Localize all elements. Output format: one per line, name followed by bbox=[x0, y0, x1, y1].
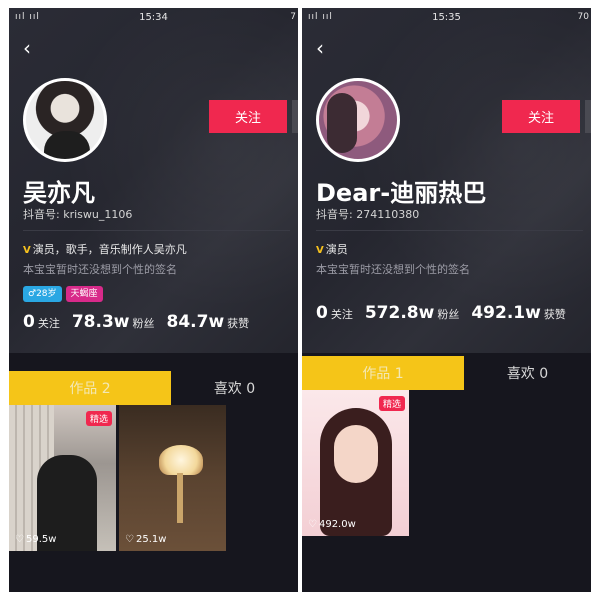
likes-received-count[interactable]: 84.7w bbox=[167, 312, 225, 332]
video-grid: 精选 ♡ 59.5w ♡ 25.1w bbox=[9, 405, 226, 551]
heart-outline-icon: ♡ bbox=[125, 534, 134, 545]
video-thumbnail[interactable]: ♡ 25.1w bbox=[119, 405, 226, 551]
video-likes: ♡ 492.0w bbox=[308, 519, 356, 530]
verified-text: 演员 bbox=[325, 243, 348, 256]
heart-outline-icon: ♡ bbox=[308, 519, 317, 530]
likes-received-count[interactable]: 492.1w bbox=[471, 303, 540, 323]
avatar[interactable] bbox=[23, 78, 107, 162]
heart-outline-icon: ♡ bbox=[15, 534, 24, 545]
status-bar: ııl ııl 15:35 70 bbox=[302, 8, 591, 28]
featured-badge: 精选 bbox=[378, 396, 405, 411]
avatar[interactable] bbox=[316, 78, 400, 162]
followers-label: 粉丝 bbox=[132, 317, 155, 330]
verified-info: V 演员，歌手，音乐制作人吴亦凡 bbox=[23, 241, 187, 257]
profile-name: Dear-迪丽热巴 bbox=[316, 179, 487, 207]
tab-works[interactable]: 作品 1 bbox=[302, 356, 464, 390]
profile-stats: 0 关注 572.8w 粉丝 492.1w 获赞 bbox=[316, 303, 578, 323]
following-label: 关注 bbox=[330, 308, 353, 321]
following-count[interactable]: 0 bbox=[23, 312, 35, 332]
followers-count[interactable]: 572.8w bbox=[365, 303, 434, 323]
follow-button[interactable]: 关注 bbox=[502, 100, 580, 133]
video-likes-count: 59.5w bbox=[25, 534, 57, 545]
following-label: 关注 bbox=[37, 317, 60, 330]
signal-icon: ııl ııl bbox=[308, 12, 333, 22]
battery-icon: 70 bbox=[577, 12, 589, 22]
following-count[interactable]: 0 bbox=[316, 303, 328, 323]
video-likes: ♡ 59.5w bbox=[15, 534, 56, 545]
video-thumbnail[interactable]: 精选 ♡ 59.5w bbox=[9, 405, 116, 551]
verified-text: 演员，歌手，音乐制作人吴亦凡 bbox=[32, 243, 187, 256]
status-bar: ııl ııl 15:34 7 bbox=[9, 8, 298, 28]
signature: 本宝宝暂时还没想到个性的签名 bbox=[23, 263, 177, 276]
status-time: 15:35 bbox=[432, 12, 461, 23]
profile-stats: 0 关注 78.3w 粉丝 84.7w 获赞 bbox=[23, 312, 261, 332]
chevron-left-icon: ‹ bbox=[316, 36, 324, 60]
tab-works[interactable]: 作品 2 bbox=[9, 371, 171, 405]
battery-icon: 7 bbox=[290, 12, 296, 22]
divider bbox=[23, 230, 290, 231]
video-thumbnail[interactable]: 精选 ♡ 492.0w bbox=[302, 390, 409, 536]
profile-screen-right: ııl ııl 15:35 70 ‹ 关注 Dear-迪丽热巴 抖音号: 274… bbox=[302, 8, 591, 592]
likes-received-label: 获赞 bbox=[543, 308, 566, 321]
more-button[interactable] bbox=[292, 100, 298, 133]
douyin-id: 抖音号: kriswu_1106 bbox=[23, 208, 133, 221]
tab-likes[interactable]: 喜欢 0 bbox=[464, 356, 591, 390]
tab-likes[interactable]: 喜欢 0 bbox=[171, 371, 298, 405]
v-badge-icon: V bbox=[316, 245, 324, 256]
video-grid: 精选 ♡ 492.0w bbox=[302, 390, 409, 536]
zodiac-tag: 天蝎座 bbox=[65, 286, 103, 302]
douyin-id: 抖音号: 274110380 bbox=[316, 208, 420, 221]
likes-received-label: 获赞 bbox=[227, 317, 250, 330]
back-button[interactable]: ‹ bbox=[316, 38, 336, 58]
followers-count[interactable]: 78.3w bbox=[72, 312, 130, 332]
back-button[interactable]: ‹ bbox=[23, 38, 43, 58]
video-likes: ♡ 25.1w bbox=[125, 534, 166, 545]
featured-badge: 精选 bbox=[85, 411, 112, 426]
video-likes-count: 492.0w bbox=[318, 519, 356, 530]
chevron-left-icon: ‹ bbox=[23, 36, 31, 60]
divider bbox=[316, 230, 583, 231]
age-tag: ♂28岁 bbox=[23, 286, 62, 302]
v-badge-icon: V bbox=[23, 245, 31, 256]
video-likes-count: 25.1w bbox=[135, 534, 167, 545]
signature: 本宝宝暂时还没想到个性的签名 bbox=[316, 263, 470, 276]
profile-tags: ♂28岁 天蝎座 bbox=[23, 286, 103, 302]
profile-name: 吴亦凡 bbox=[23, 179, 95, 207]
signal-icon: ııl ııl bbox=[15, 12, 40, 22]
verified-info: V 演员 bbox=[316, 241, 348, 257]
followers-label: 粉丝 bbox=[437, 308, 460, 321]
more-button[interactable] bbox=[585, 100, 591, 133]
profile-tabs: 作品 2 喜欢 0 bbox=[9, 371, 298, 405]
profile-tabs: 作品 1 喜欢 0 bbox=[302, 356, 591, 390]
profile-screen-left: ııl ııl 15:34 7 ‹ 关注 吴亦凡 抖音号: kriswu_110… bbox=[9, 8, 298, 592]
follow-button[interactable]: 关注 bbox=[209, 100, 287, 133]
status-time: 15:34 bbox=[139, 12, 168, 23]
